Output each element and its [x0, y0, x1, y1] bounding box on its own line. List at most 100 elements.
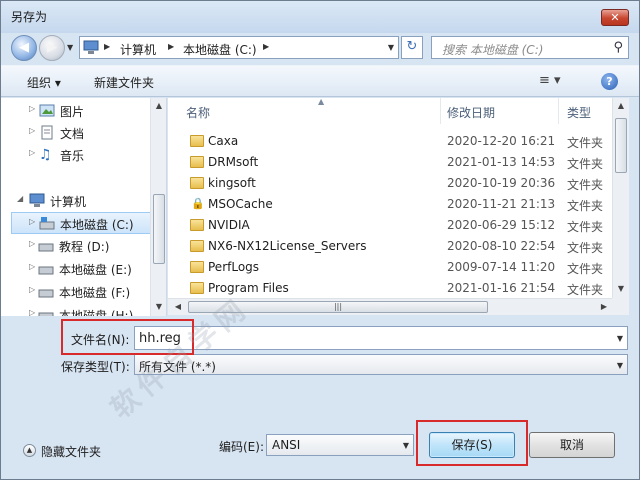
sidebar-item-computer[interactable]: ◢ 计算机 [15, 190, 165, 212]
file-type: 文件夹 [567, 199, 604, 213]
file-row[interactable]: NVIDIA 2020-06-29 15:12 文件夹 [168, 215, 628, 236]
file-list: ▲ 名称 修改日期 类型 Caxa 2020-12-20 16:21 文件夹 D… [168, 98, 629, 298]
scroll-up-icon[interactable]: ▲ [613, 98, 629, 114]
column-header-name[interactable]: ▲ 名称 [178, 98, 441, 124]
sidebar-scroll-thumb[interactable] [153, 194, 165, 264]
sidebar-item-label: 本地磁盘 (C:) [60, 218, 134, 232]
scroll-down-icon[interactable]: ▼ [151, 299, 166, 315]
file-name: DRMsoft [208, 155, 259, 169]
breadcrumb-arrow-icon[interactable]: ▶ [104, 42, 110, 51]
expand-arrow-icon[interactable]: ▷ [29, 217, 35, 226]
expand-arrow-icon[interactable]: ▷ [29, 126, 35, 135]
expand-arrow-icon[interactable]: ▷ [29, 239, 35, 248]
filetype-dropdown-icon[interactable]: ▼ [617, 361, 623, 370]
encoding-select[interactable]: ANSI ▼ [266, 434, 414, 456]
file-row[interactable]: kingsoft 2020-10-19 20:36 文件夹 [168, 173, 628, 194]
expand-arrow-icon[interactable]: ▷ [29, 308, 35, 316]
file-name: PerfLogs [208, 260, 260, 274]
file-name: NX6-NX12License_Servers [208, 239, 367, 253]
encoding-dropdown-icon[interactable]: ▼ [403, 441, 409, 450]
forward-button[interactable]: ▶ [39, 35, 65, 61]
file-date: 2020-08-10 22:54 [447, 239, 556, 253]
sidebar-item-drive-f[interactable]: ▷ 本地磁盘 (F:) [27, 281, 166, 303]
close-button[interactable]: ✕ [601, 9, 629, 26]
filetype-label: 保存类型(T): [61, 360, 130, 374]
search-icon: ⚲ [613, 40, 623, 55]
view-options-icon[interactable]: ≡ ▾ [539, 73, 561, 88]
folder-icon [190, 282, 204, 294]
expand-arrow-icon[interactable]: ▷ [29, 262, 35, 271]
filename-dropdown-icon[interactable]: ▼ [617, 334, 623, 343]
search-input[interactable]: 搜索 本地磁盘 (C:) ⚲ [431, 36, 629, 59]
file-list-scroll-thumb[interactable] [615, 118, 627, 173]
toolbar: 组织 ▾ 新建文件夹 ≡ ▾ ? [1, 65, 639, 97]
scroll-down-icon[interactable]: ▼ [613, 281, 629, 297]
file-type: 文件夹 [567, 178, 604, 192]
file-type: 文件夹 [567, 220, 604, 234]
file-row[interactable]: PerfLogs 2009-07-14 11:20 文件夹 [168, 257, 628, 278]
sidebar-item-label: 音乐 [60, 149, 85, 163]
column-header-type[interactable]: 类型 [559, 98, 619, 124]
file-type: 文件夹 [567, 157, 604, 171]
file-date: 2020-11-21 21:13 [447, 197, 556, 211]
scroll-right-icon[interactable]: ▶ [596, 299, 612, 315]
new-folder-button[interactable]: 新建文件夹 [94, 74, 154, 91]
breadcrumb-arrow-icon[interactable]: ▶ [263, 42, 269, 51]
sidebar-item-music[interactable]: ▷ ♫ 音乐 [27, 144, 166, 166]
hide-folders-toggle[interactable]: ▲ 隐藏文件夹 [23, 443, 101, 460]
column-header-date[interactable]: 修改日期 [439, 98, 559, 124]
expand-arrow-icon[interactable]: ▷ [29, 104, 35, 113]
file-list-vscrollbar[interactable]: ▲ ▼ [612, 98, 629, 298]
cancel-button[interactable]: 取消 [529, 432, 615, 458]
sort-ascending-icon: ▲ [318, 98, 325, 106]
sidebar-scrollbar[interactable]: ▲ ▼ [150, 98, 166, 316]
folder-icon [190, 219, 204, 231]
address-dropdown-icon[interactable]: ▼ [388, 43, 394, 52]
history-dropdown-icon[interactable]: ▼ [67, 43, 73, 52]
folder-icon [190, 135, 204, 147]
file-type: 文件夹 [567, 283, 604, 297]
file-row[interactable]: Caxa 2020-12-20 16:21 文件夹 [168, 131, 628, 152]
save-as-dialog: 另存为 ✕ ◀ ▶ ▼ ▶ 计算机 ▶ 本地磁盘 (C:) ▶ ▼ ↻ 搜索 本… [0, 0, 640, 480]
scroll-up-icon[interactable]: ▲ [151, 98, 166, 114]
documents-icon [41, 125, 53, 140]
expand-arrow-icon[interactable]: ▷ [29, 285, 35, 294]
sidebar-item-drive-h[interactable]: ▷ 本地磁盘 (H:) [27, 304, 166, 316]
file-row[interactable]: DRMsoft 2021-01-13 14:53 文件夹 [168, 152, 628, 173]
refresh-button[interactable]: ↻ [401, 36, 423, 59]
collapse-up-icon: ▲ [23, 444, 36, 457]
sidebar-item-pictures[interactable]: ▷ 图片 [27, 100, 166, 122]
scroll-left-icon[interactable]: ◀ [170, 299, 186, 315]
breadcrumb-computer[interactable]: 计算机 [120, 41, 156, 58]
file-date: 2021-01-13 14:53 [447, 155, 556, 169]
drive-icon [38, 266, 54, 275]
file-row[interactable]: 🔒 MSOCache 2020-11-21 21:13 文件夹 [168, 194, 628, 215]
collapse-arrow-icon[interactable]: ◢ [17, 194, 23, 203]
sidebar-item-label: 文档 [60, 127, 85, 141]
sidebar-item-label: 图片 [60, 105, 85, 119]
sidebar-item-drive-e[interactable]: ▷ 本地磁盘 (E:) [27, 258, 166, 280]
file-date: 2021-01-16 21:54 [447, 281, 556, 295]
help-icon[interactable]: ? [601, 73, 618, 90]
address-bar[interactable]: ▶ 计算机 ▶ 本地磁盘 (C:) ▶ ▼ [79, 36, 399, 59]
expand-arrow-icon[interactable]: ▷ [29, 148, 35, 157]
sidebar-item-label: 本地磁盘 (E:) [59, 263, 132, 277]
sidebar-item-label: 本地磁盘 (H:) [59, 309, 134, 316]
sidebar-item-documents[interactable]: ▷ 文档 [27, 122, 166, 144]
sidebar-item-drive-c[interactable]: ▷ 本地磁盘 (C:) [11, 212, 151, 234]
address-row: ◀ ▶ ▼ ▶ 计算机 ▶ 本地磁盘 (C:) ▶ ▼ ↻ 搜索 本地磁盘 (C… [1, 33, 639, 63]
file-row[interactable]: NX6-NX12License_Servers 2020-08-10 22:54… [168, 236, 628, 257]
sidebar-item-drive-d[interactable]: ▷ 教程 (D:) [27, 235, 166, 257]
encoding-label: 编码(E): [219, 440, 264, 454]
sidebar-item-label: 本地磁盘 (F:) [59, 286, 131, 300]
file-type: 文件夹 [567, 136, 604, 150]
back-arrow-icon: ◀ [19, 40, 29, 55]
back-button[interactable]: ◀ [11, 35, 37, 61]
file-date: 2020-12-20 16:21 [447, 134, 556, 148]
breadcrumb-arrow-icon[interactable]: ▶ [168, 42, 174, 51]
breadcrumb-drive-c[interactable]: 本地磁盘 (C:) [183, 41, 257, 58]
drive-icon [38, 243, 54, 252]
computer-icon [83, 40, 99, 54]
organize-menu[interactable]: 组织 ▾ [27, 74, 61, 91]
column-date-label: 修改日期 [447, 106, 496, 120]
